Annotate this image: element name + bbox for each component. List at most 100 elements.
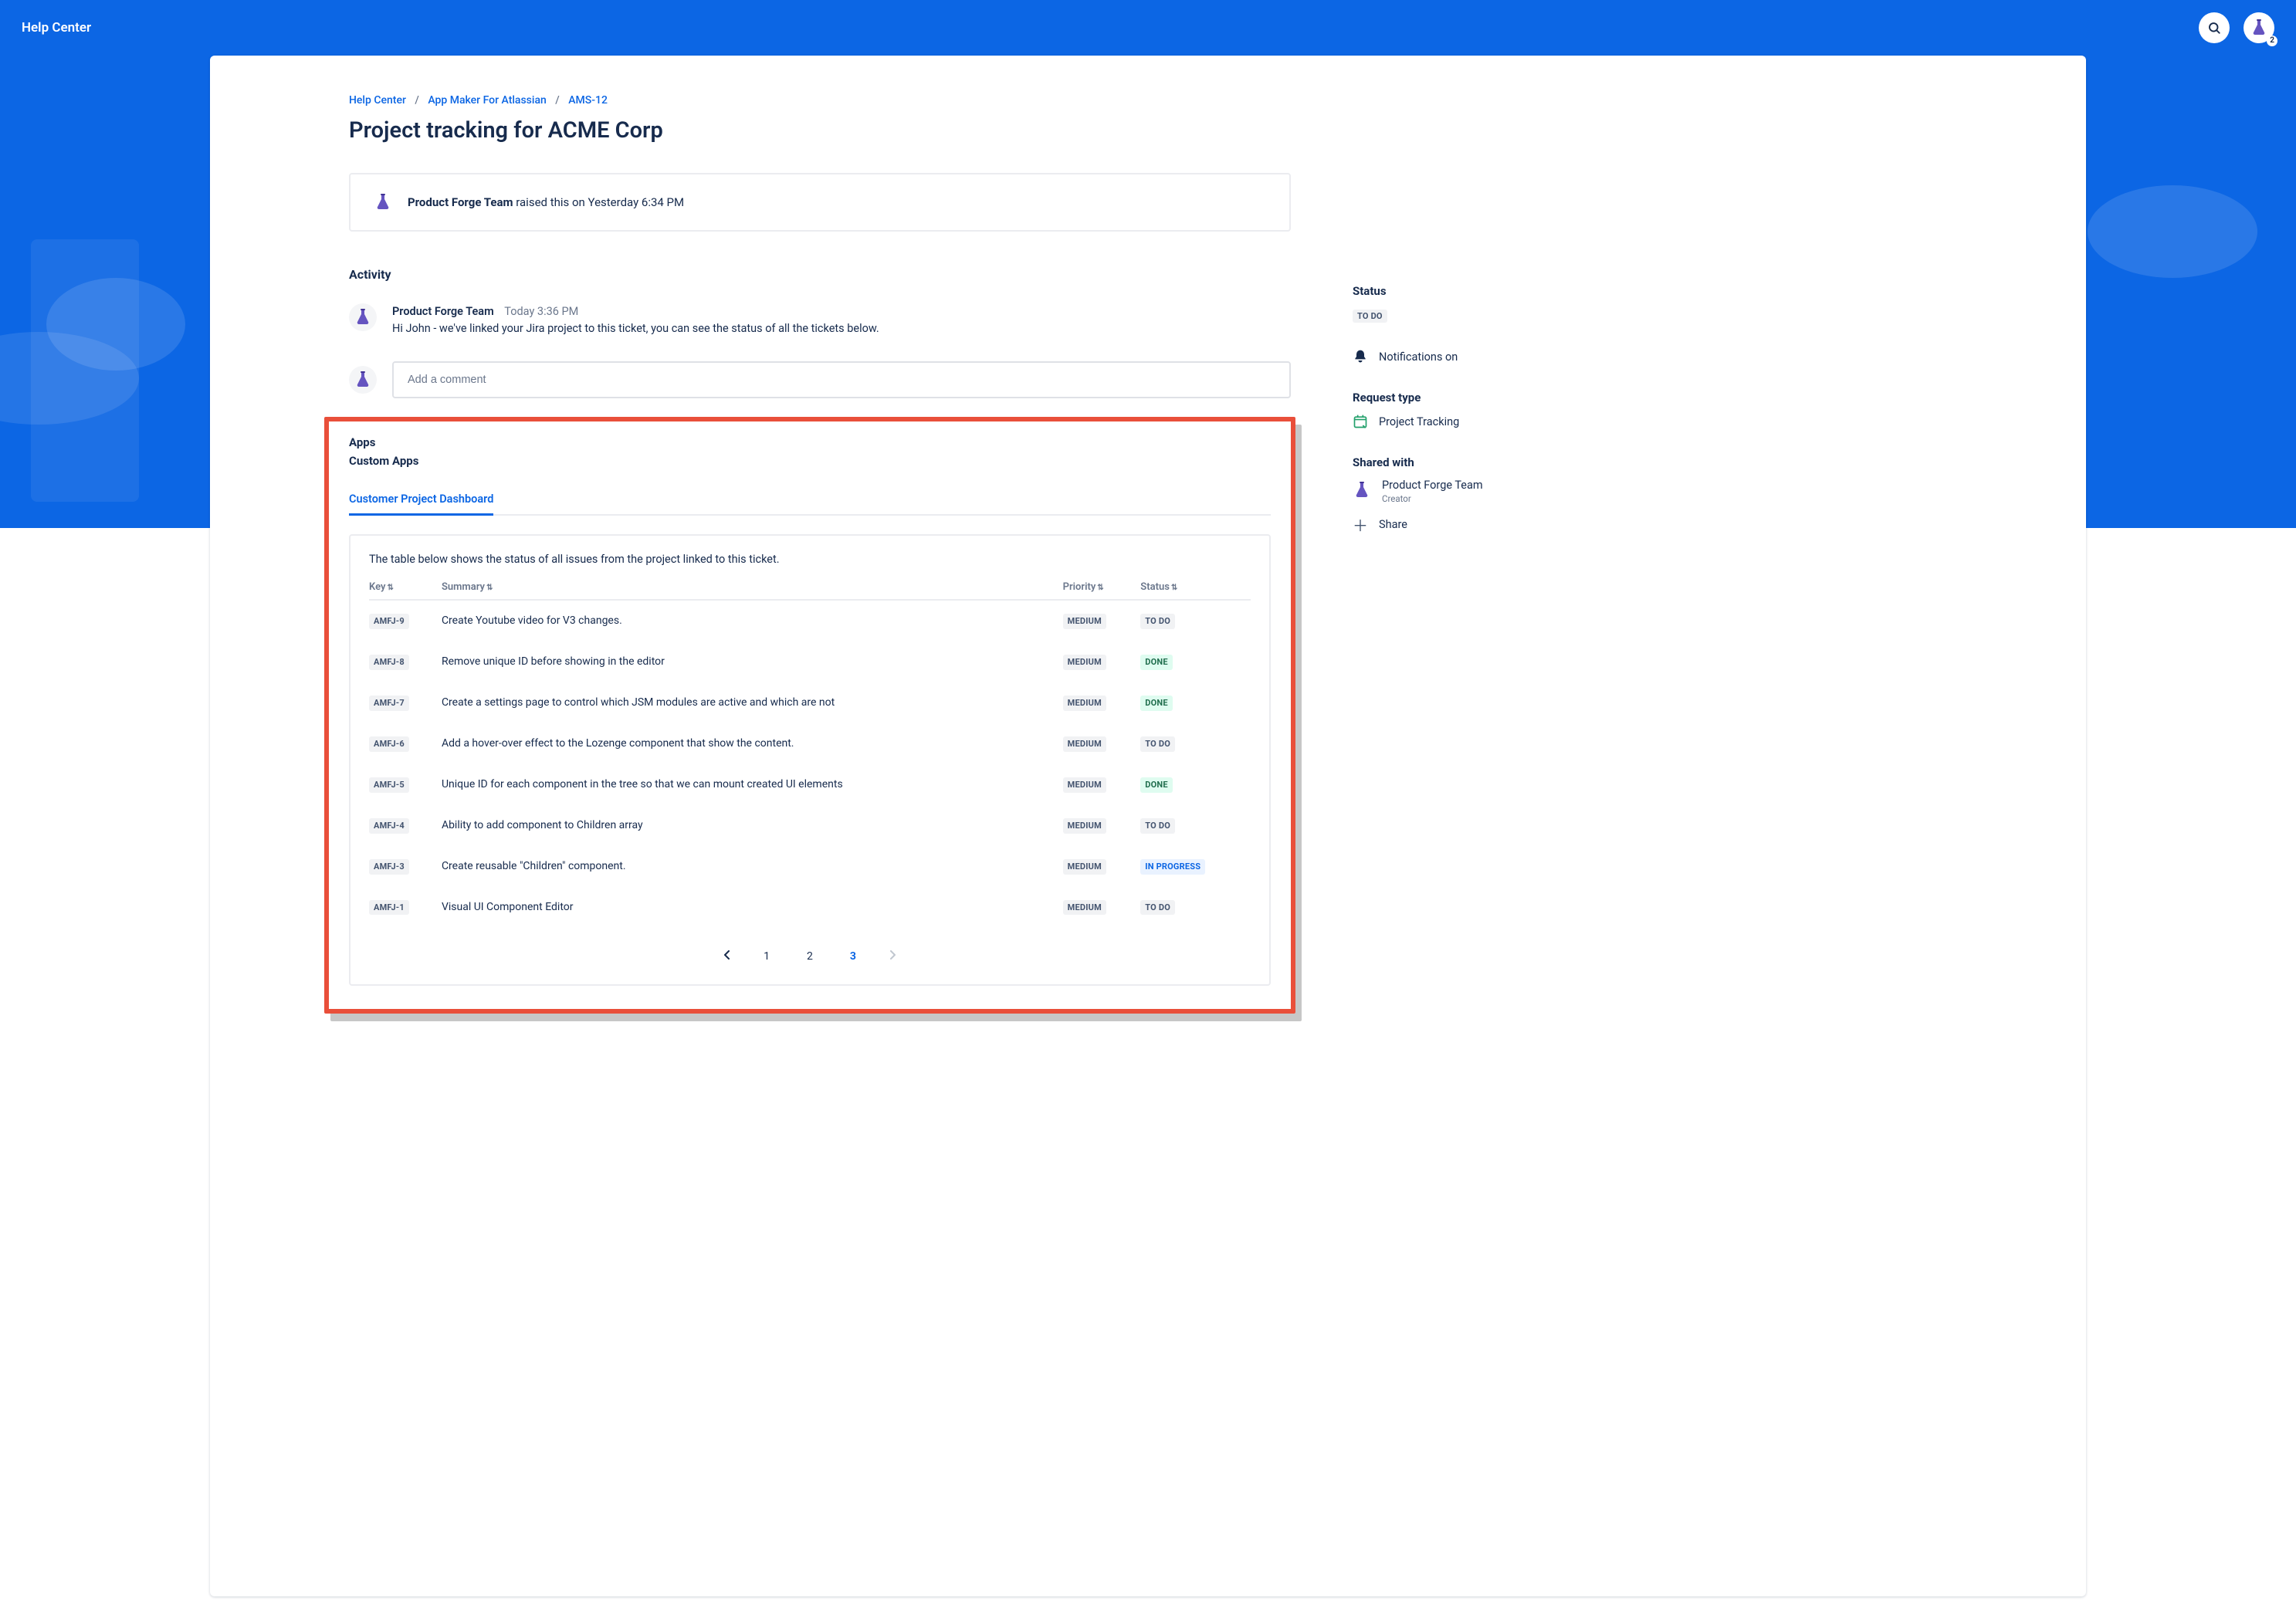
priority-badge: MEDIUM: [1063, 818, 1106, 834]
pager-prev[interactable]: [723, 950, 731, 963]
chevron-right-icon: [889, 950, 896, 960]
activity-heading: Activity: [349, 267, 1291, 282]
issue-key: AMFJ-1: [369, 900, 409, 916]
priority-badge: MEDIUM: [1063, 859, 1106, 875]
issue-summary: Remove unique ID before showing in the e…: [442, 641, 1063, 682]
status-badge: TO DO: [1140, 736, 1175, 752]
col-status[interactable]: Status⇅: [1140, 574, 1251, 600]
issue-summary: Ability to add component to Children arr…: [442, 805, 1063, 846]
breadcrumb-link[interactable]: App Maker For Atlassian: [428, 94, 546, 107]
share-button[interactable]: ＋ Share: [1353, 516, 1739, 532]
priority-badge: MEDIUM: [1063, 655, 1106, 670]
pagination: 1 2 3: [369, 950, 1251, 963]
status-badge: TO DO: [1140, 818, 1175, 834]
status-badge: IN PROGRESS: [1140, 859, 1205, 875]
breadcrumb-link[interactable]: AMS-12: [568, 94, 608, 107]
table-row[interactable]: AMFJ-9 Create Youtube video for V3 change…: [369, 600, 1251, 641]
comment-time: Today 3:36 PM: [504, 305, 578, 318]
tab-bar: Customer Project Dashboard: [349, 485, 1271, 516]
status-badge: TO DO: [1140, 614, 1175, 629]
shared-user-name: Product Forge Team: [1382, 479, 1483, 492]
issue-summary: Add a hover-over effect to the Lozenge c…: [442, 723, 1063, 764]
plus-icon: ＋: [1353, 516, 1368, 532]
table-row[interactable]: AMFJ-5 Unique ID for each component in th…: [369, 764, 1251, 805]
issue-key: AMFJ-4: [369, 818, 409, 834]
col-priority[interactable]: Priority⇅: [1063, 574, 1141, 600]
issues-table: Key⇅ Summary⇅ Priority⇅ Status⇅ AMFJ-9 Cr…: [369, 574, 1251, 928]
priority-badge: MEDIUM: [1063, 614, 1106, 629]
avatar-badge: 2: [2267, 36, 2277, 46]
pager-next[interactable]: [889, 950, 896, 963]
bell-icon: [1353, 349, 1368, 364]
page-title: Project tracking for ACME Corp: [349, 117, 1291, 144]
comment-author: Product Forge Team: [392, 305, 494, 318]
raised-time: raised this on Yesterday 6:34 PM: [513, 195, 685, 209]
search-icon: [2207, 21, 2221, 35]
table-row[interactable]: AMFJ-3 Create reusable "Children" compone…: [369, 846, 1251, 887]
issue-summary: Visual UI Component Editor: [442, 887, 1063, 928]
comment-input[interactable]: Add a comment: [392, 361, 1291, 398]
issue-summary: Create Youtube video for V3 changes.: [442, 600, 1063, 641]
activity-avatar: [349, 303, 377, 331]
top-bar: Help Center 2: [0, 0, 2296, 56]
breadcrumb: Help Center / App Maker For Atlassian / …: [349, 94, 1291, 107]
custom-apps-heading: Custom Apps: [349, 454, 1271, 468]
activity-item: Product Forge Team Today 3:36 PM Hi John…: [349, 303, 1291, 338]
panel-intro: The table below shows the status of all …: [369, 553, 1251, 566]
status-badge: TO DO: [1140, 900, 1175, 916]
flask-icon: [2250, 19, 2268, 37]
issue-summary: Create reusable "Children" component.: [442, 846, 1063, 887]
issue-key: AMFJ-5: [369, 777, 409, 793]
comment-body: Hi John - we've linked your Jira project…: [392, 320, 1291, 337]
current-user-avatar: [349, 366, 377, 394]
calendar-icon: [1353, 414, 1368, 429]
sidebar-shared-heading: Shared with: [1353, 455, 1739, 469]
dashboard-panel: The table below shows the status of all …: [349, 534, 1271, 987]
profile-avatar[interactable]: 2: [2244, 12, 2274, 43]
notifications-toggle[interactable]: Notifications on: [1353, 349, 1739, 364]
request-type-row: Project Tracking: [1353, 414, 1739, 429]
shared-user-role: Creator: [1382, 493, 1483, 504]
search-button[interactable]: [2199, 12, 2230, 43]
issue-summary: Unique ID for each component in the tree…: [442, 764, 1063, 805]
table-row[interactable]: AMFJ-7 Create a settings page to control …: [369, 682, 1251, 723]
raised-by-box: Product Forge Team raised this on Yester…: [349, 173, 1291, 232]
table-row[interactable]: AMFJ-8 Remove unique ID before showing in…: [369, 641, 1251, 682]
priority-badge: MEDIUM: [1063, 777, 1106, 793]
table-row[interactable]: AMFJ-1 Visual UI Component EditorMEDIUM TO…: [369, 887, 1251, 928]
tab-customer-dashboard[interactable]: Customer Project Dashboard: [349, 485, 493, 516]
reporter-name: Product Forge Team: [408, 195, 513, 209]
issue-key: AMFJ-7: [369, 696, 409, 711]
col-key[interactable]: Key⇅: [369, 574, 442, 600]
apps-heading: Apps: [349, 435, 1271, 449]
table-row[interactable]: AMFJ-6 Add a hover-over effect to the Loz…: [369, 723, 1251, 764]
pager-page[interactable]: 3: [845, 949, 861, 964]
flask-icon: [1353, 481, 1371, 503]
breadcrumb-link[interactable]: Help Center: [349, 94, 406, 107]
pager-page[interactable]: 2: [802, 949, 818, 964]
portal-title[interactable]: Help Center: [22, 20, 91, 36]
apps-highlight-block: Apps Custom Apps Customer Project Dashbo…: [324, 417, 1295, 1014]
issue-key: AMFJ-6: [369, 736, 409, 752]
pager-page[interactable]: 1: [759, 949, 774, 964]
sidebar-request-type-heading: Request type: [1353, 391, 1739, 404]
priority-badge: MEDIUM: [1063, 696, 1106, 711]
status-badge: DONE: [1140, 655, 1172, 670]
shared-user-row: Product Forge Team Creator: [1353, 479, 1739, 504]
status-badge: DONE: [1140, 696, 1172, 711]
issue-key: AMFJ-8: [369, 655, 409, 670]
priority-badge: MEDIUM: [1063, 900, 1106, 916]
issue-summary: Create a settings page to control which …: [442, 682, 1063, 723]
add-comment-row: Add a comment: [349, 361, 1291, 398]
col-summary[interactable]: Summary⇅: [442, 574, 1063, 600]
chevron-left-icon: [723, 950, 731, 960]
table-row[interactable]: AMFJ-4 Ability to add component to Childr…: [369, 805, 1251, 846]
sidebar-status-heading: Status: [1353, 284, 1739, 298]
flask-icon: [372, 191, 394, 213]
issue-key: AMFJ-9: [369, 614, 409, 629]
content-card: Help Center / App Maker For Atlassian / …: [210, 56, 2086, 1596]
status-badge: DONE: [1140, 777, 1172, 793]
priority-badge: MEDIUM: [1063, 736, 1106, 752]
status-badge: TO DO: [1353, 310, 1387, 323]
issue-key: AMFJ-3: [369, 859, 409, 875]
